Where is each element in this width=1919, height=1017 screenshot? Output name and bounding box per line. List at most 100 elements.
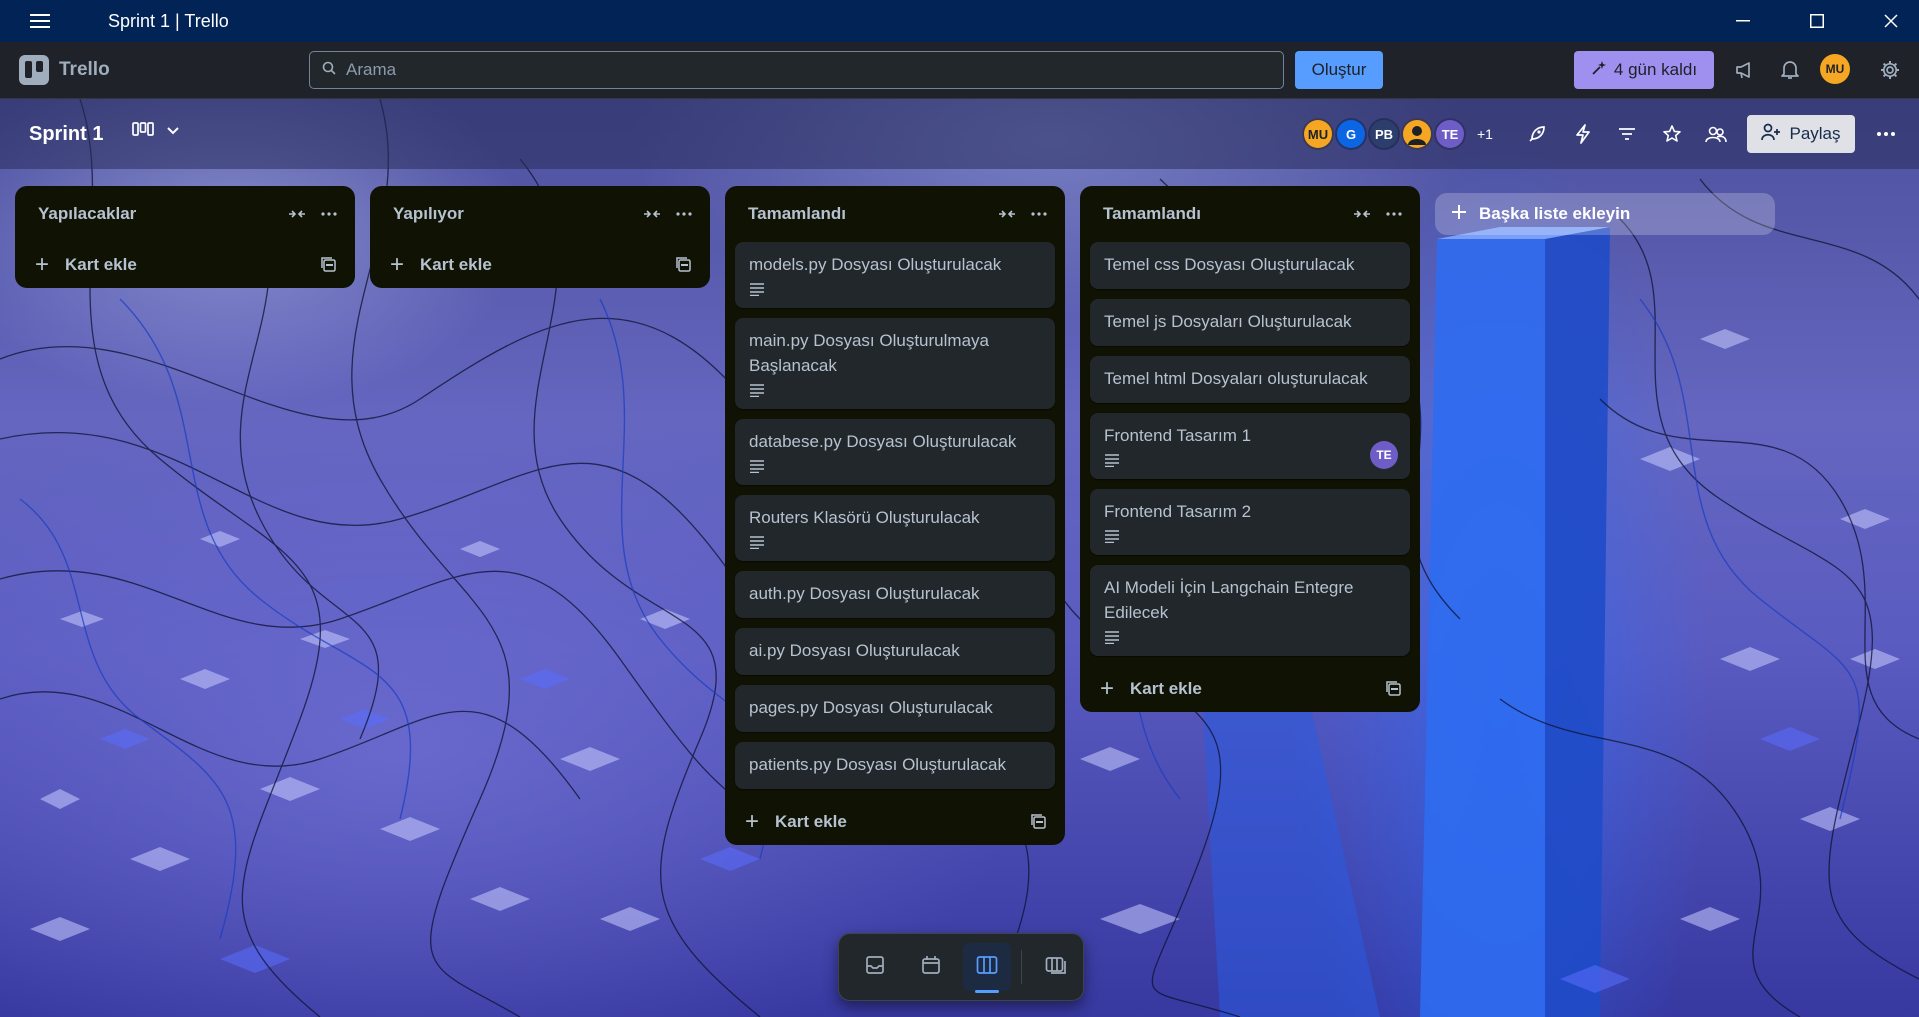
card-title: AI Modeli İçin Langchain Entegre Edilece…	[1104, 578, 1354, 622]
card[interactable]: Temel js Dosyaları Oluşturulacak	[1090, 299, 1410, 346]
list-yapiliyor: Yapılıyor + Kart ekle	[370, 186, 710, 288]
member-avatar-photo[interactable]	[1401, 118, 1433, 150]
members-more-count[interactable]: +1	[1477, 126, 1493, 142]
filter-icon[interactable]	[1614, 121, 1640, 147]
card-title: Temel html Dosyaları oluşturulacak	[1104, 369, 1368, 388]
card-template-icon[interactable]	[313, 249, 345, 281]
minimize-button[interactable]	[1715, 0, 1771, 42]
card[interactable]: Frontend Tasarım 1 TE	[1090, 413, 1410, 479]
search-box[interactable]	[309, 51, 1284, 89]
add-card-button[interactable]: + Kart ekle	[1090, 666, 1410, 712]
trello-logo[interactable]: Trello	[19, 55, 110, 85]
list-menu-icon[interactable]	[1378, 198, 1410, 230]
close-window-button[interactable]	[1863, 0, 1919, 42]
card[interactable]: Temel css Dosyası Oluşturulacak	[1090, 242, 1410, 289]
description-icon	[750, 283, 764, 296]
plus-icon: +	[745, 808, 760, 835]
card-title: Frontend Tasarım 2	[1104, 502, 1252, 521]
list-tamamlandi-frontend: Tamamlandı Temel css Dosyası Oluşturulac…	[1080, 186, 1420, 712]
user-avatar[interactable]: MU	[1820, 54, 1850, 84]
maximize-button[interactable]	[1789, 0, 1845, 42]
add-card-button[interactable]: + Kart ekle	[735, 799, 1055, 845]
inbox-icon	[865, 955, 885, 980]
switcher-divider	[1021, 950, 1022, 984]
search-input[interactable]	[346, 60, 1246, 80]
card[interactable]: Temel html Dosyaları oluşturulacak	[1090, 356, 1410, 403]
board-view-switcher[interactable]	[132, 121, 180, 142]
card-template-icon[interactable]	[1023, 806, 1055, 838]
list-menu-icon[interactable]	[313, 198, 345, 230]
add-card-button[interactable]: + Kart ekle	[380, 242, 700, 288]
more-options-icon[interactable]	[1873, 121, 1899, 147]
list-yapilacaklar: Yapılacaklar + Kart ekle	[15, 186, 355, 288]
member-avatar[interactable]: G	[1335, 118, 1367, 150]
add-user-icon	[1761, 123, 1781, 146]
visibility-workspace-icon[interactable]	[1703, 121, 1729, 147]
collapse-list-icon[interactable]	[991, 198, 1023, 230]
hamburger-menu-icon[interactable]	[0, 0, 80, 42]
trello-logo-icon	[19, 55, 49, 85]
description-icon	[750, 460, 764, 473]
collapse-list-icon[interactable]	[636, 198, 668, 230]
card-title: main.py Dosyası Oluşturulmaya Başlanacak	[749, 331, 989, 375]
description-icon	[750, 384, 764, 397]
card[interactable]: main.py Dosyası Oluşturulmaya Başlanacak	[735, 318, 1055, 409]
description-icon	[1105, 530, 1119, 543]
card[interactable]: databese.py Dosyası Oluşturulacak	[735, 419, 1055, 485]
plus-icon: +	[390, 251, 405, 278]
automation-lightning-icon[interactable]	[1570, 121, 1596, 147]
card[interactable]: ai.py Dosyası Oluşturulacak	[735, 628, 1055, 675]
inbox-button[interactable]	[851, 943, 899, 991]
bell-icon[interactable]	[1776, 56, 1804, 84]
member-avatar[interactable]: PB	[1368, 118, 1400, 150]
collapse-list-icon[interactable]	[1346, 198, 1378, 230]
chevron-down-icon	[166, 123, 180, 141]
list-title[interactable]: Tamamlandı	[1103, 204, 1346, 224]
card-member-avatar[interactable]: TE	[1370, 441, 1398, 469]
card[interactable]: pages.py Dosyası Oluşturulacak	[735, 685, 1055, 732]
card-title: Routers Klasörü Oluşturulacak	[749, 508, 980, 527]
add-list-button[interactable]: Başka liste ekleyin	[1435, 193, 1775, 235]
card-template-icon[interactable]	[668, 249, 700, 281]
member-avatar[interactable]: TE	[1434, 118, 1466, 150]
add-card-label: Kart ekle	[65, 255, 137, 274]
board-members[interactable]: MU G PB TE +1	[1302, 118, 1493, 150]
list-title[interactable]: Yapılıyor	[393, 204, 636, 224]
card[interactable]: patients.py Dosyası Oluşturulacak	[735, 742, 1055, 789]
plus-icon	[1451, 204, 1467, 225]
card[interactable]: AI Modeli İçin Langchain Entegre Edilece…	[1090, 565, 1410, 656]
add-card-label: Kart ekle	[1130, 679, 1202, 698]
card-title: pages.py Dosyası Oluşturulacak	[749, 698, 993, 717]
star-icon[interactable]	[1659, 121, 1685, 147]
card[interactable]: Routers Klasörü Oluşturulacak	[735, 495, 1055, 561]
list-title[interactable]: Tamamlandı	[748, 204, 991, 224]
board-button[interactable]	[963, 943, 1011, 993]
power-ups-rocket-icon[interactable]	[1524, 121, 1550, 147]
board-view-icon	[132, 121, 154, 142]
gear-icon[interactable]	[1876, 56, 1904, 84]
switch-boards-button[interactable]	[1032, 943, 1080, 991]
board-title[interactable]: Sprint 1	[29, 123, 103, 146]
add-card-label: Kart ekle	[775, 812, 847, 831]
collapse-list-icon[interactable]	[281, 198, 313, 230]
share-button[interactable]: Paylaş	[1747, 115, 1855, 153]
board-icon	[976, 955, 998, 980]
card-title: models.py Dosyası Oluşturulacak	[749, 255, 1002, 274]
window-titlebar: Sprint 1 | Trello	[0, 0, 1919, 42]
plus-icon: +	[1100, 675, 1115, 702]
card[interactable]: auth.py Dosyası Oluşturulacak	[735, 571, 1055, 618]
card[interactable]: Frontend Tasarım 2	[1090, 489, 1410, 555]
create-button[interactable]: Oluştur	[1295, 51, 1383, 89]
trial-label: 4 gün kaldı	[1613, 60, 1698, 79]
trial-badge-button[interactable]: 4 gün kaldı	[1574, 51, 1714, 89]
list-title[interactable]: Yapılacaklar	[38, 204, 281, 224]
list-menu-icon[interactable]	[1023, 198, 1055, 230]
list-menu-icon[interactable]	[668, 198, 700, 230]
card[interactable]: models.py Dosyası Oluşturulacak	[735, 242, 1055, 308]
megaphone-icon[interactable]	[1731, 56, 1759, 84]
card-template-icon[interactable]	[1378, 673, 1410, 705]
planner-button[interactable]	[907, 943, 955, 991]
member-avatar[interactable]: MU	[1302, 118, 1334, 150]
add-card-button[interactable]: + Kart ekle	[25, 242, 345, 288]
card-title: patients.py Dosyası Oluşturulacak	[749, 755, 1007, 774]
